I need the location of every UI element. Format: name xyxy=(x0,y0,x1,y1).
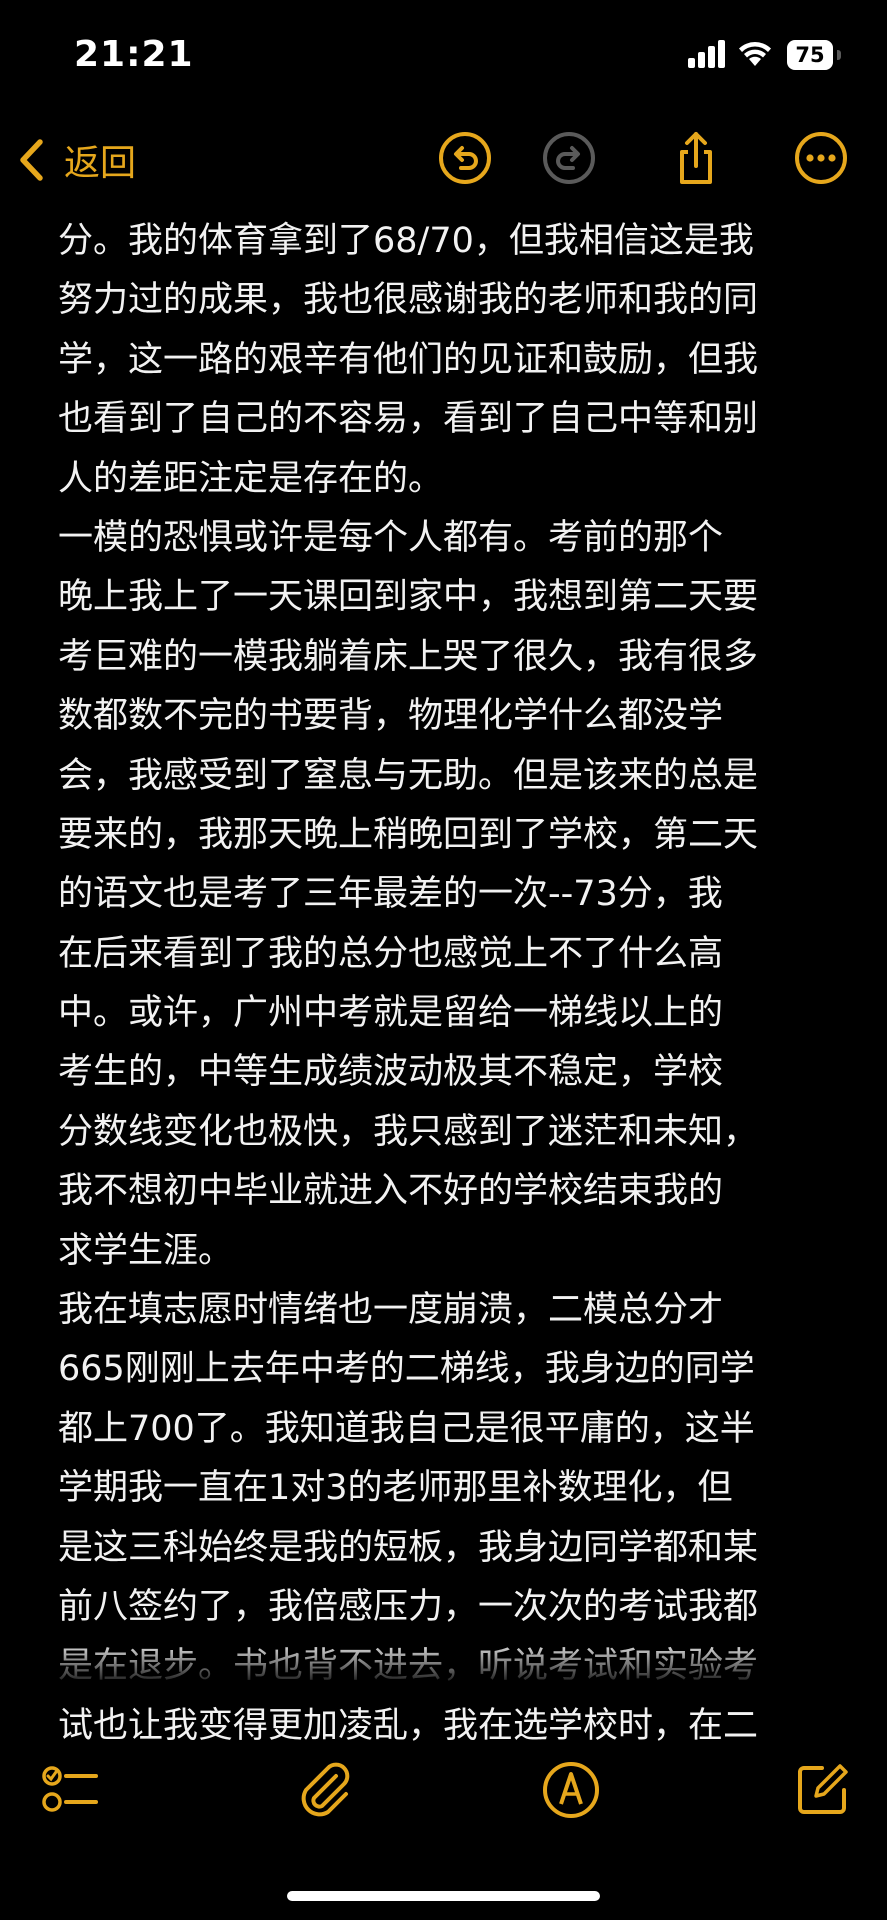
note-line: 考生的，中等生成绩波动极其不稳定，学校 xyxy=(58,1052,724,1093)
note-line: 是这三科始终是我的短板，我身边同学都和某 xyxy=(58,1527,759,1568)
note-line: 学，这一路的艰辛有他们的见证和鼓励，但我 xyxy=(58,339,759,380)
checklist-icon[interactable] xyxy=(40,1760,100,1820)
note-line: 中。或许，广州中考就是留给一梯线以上的 xyxy=(58,993,724,1034)
pen-icon[interactable] xyxy=(541,1760,601,1820)
bottom-fade xyxy=(0,1640,887,1700)
status-bar: 21:21 75 xyxy=(0,0,887,110)
status-time: 21:21 xyxy=(74,34,194,75)
note-line: 分。我的体育拿到了68/70，但我相信这是我 xyxy=(58,221,754,261)
note-line: 努力过的成果，我也很感谢我的老师和我的同 xyxy=(58,280,759,321)
note-line: 的语文也是考了三年最差的一次--73分，我 xyxy=(58,874,723,915)
note-line: 求学生涯。 xyxy=(58,1230,234,1271)
note-line: 考巨难的一模我躺着床上哭了很久，我有很多 xyxy=(58,636,759,677)
note-line: 人的差距注定是存在的。 xyxy=(58,458,444,499)
cellular-signal-icon xyxy=(688,40,725,68)
note-line: 学期我一直在1对3的老师那里补数理化，但 xyxy=(58,1468,733,1509)
home-indicator[interactable] xyxy=(287,1891,600,1901)
note-line: 前八签约了，我倍感压力，一次次的考试我都 xyxy=(58,1586,759,1627)
back-button[interactable]: 返回 xyxy=(18,134,136,186)
note-line: 我不想初中毕业就进入不好的学校结束我的 xyxy=(58,1171,724,1212)
note-line: 都上700了。我知道我自己是很平庸的，这半 xyxy=(58,1408,755,1449)
undo-icon[interactable] xyxy=(437,130,493,186)
battery-indicator: 75 xyxy=(787,40,841,70)
paperclip-icon[interactable] xyxy=(294,1760,354,1820)
chevron-left-icon xyxy=(20,139,43,181)
share-icon[interactable] xyxy=(668,130,724,186)
redo-icon[interactable] xyxy=(541,130,597,186)
note-line: 在后来看到了我的总分也感觉上不了什么高 xyxy=(58,933,724,974)
compose-icon[interactable] xyxy=(792,1760,852,1820)
note-line: 一模的恐惧或许是每个人都有。考前的那个 xyxy=(58,517,724,558)
note-line: 晚上我上了一天课回到家中，我想到第二天要 xyxy=(58,577,759,618)
battery-level: 75 xyxy=(787,40,833,70)
battery-nub xyxy=(837,50,841,60)
note-line: 试也让我变得更加凌乱，我在选学校时，在二 xyxy=(58,1705,759,1746)
note-line: 665刚刚上去年中考的二梯线，我身边的同学 xyxy=(58,1349,755,1390)
bottom-toolbar xyxy=(0,1760,887,1840)
note-line: 要来的，我那天晚上稍晚回到了学校，第二天 xyxy=(58,814,759,855)
wifi-icon xyxy=(739,42,771,66)
more-icon[interactable] xyxy=(793,130,849,186)
note-toolbar: 返回 xyxy=(0,126,887,192)
note-line: 会，我感受到了窒息与无助。但是该来的总是 xyxy=(58,755,759,796)
back-label: 返回 xyxy=(64,143,137,184)
note-line: 我在填志愿时情绪也一度崩溃，二模总分才 xyxy=(58,1290,724,1331)
note-line: 数都数不完的书要背，物理化学什么都没学 xyxy=(58,696,724,737)
note-body[interactable]: 分。我的体育拿到了68/70，但我相信这是我 努力过的成果，我也很感谢我的老师和我… xyxy=(58,212,838,1756)
note-line: 分数线变化也极快，我只感到了迷茫和未知， xyxy=(58,1111,759,1152)
note-line: 也看到了自己的不容易，看到了自己中等和别 xyxy=(58,399,759,440)
